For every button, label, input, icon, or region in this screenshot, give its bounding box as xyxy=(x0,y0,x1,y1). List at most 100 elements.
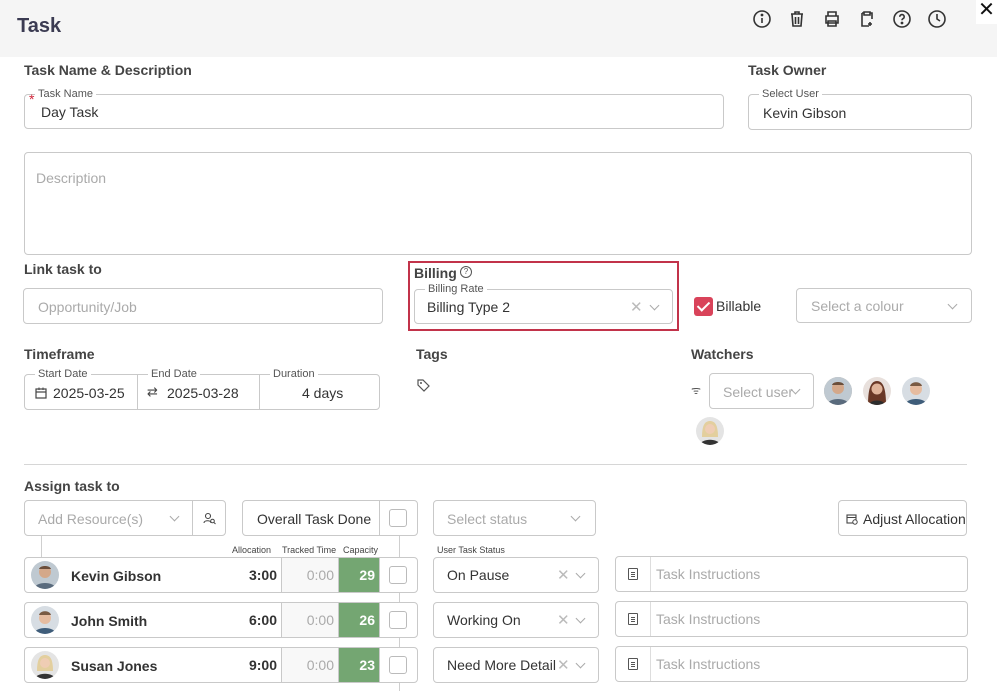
instructions-placeholder: Task Instructions xyxy=(656,611,761,627)
user-status-value: Need More Detail xyxy=(447,657,556,673)
repeat-icon: ⇄ xyxy=(147,384,158,399)
clear-icon[interactable]: ✕ xyxy=(557,611,570,629)
overall-task-done-button[interactable]: Overall Task Done xyxy=(242,500,380,536)
description-textarea[interactable]: Description xyxy=(24,152,972,255)
overall-task-done-label: Overall Task Done xyxy=(257,511,372,527)
task-instructions-input[interactable]: Task Instructions xyxy=(615,601,968,637)
allocation-column-header: Allocation xyxy=(232,545,272,555)
table-row[interactable]: John Smith xyxy=(24,602,227,638)
allocation-cell[interactable]: 9:00 xyxy=(226,647,282,683)
capacity-column-header: Capacity xyxy=(343,545,379,555)
avatar[interactable] xyxy=(902,377,930,405)
resource-name: John Smith xyxy=(71,613,148,629)
capacity-cell: 29 xyxy=(339,557,380,593)
adjust-allocation-button[interactable]: Adjust Allocation xyxy=(838,500,967,536)
document-icon xyxy=(628,658,638,670)
duration-field[interactable]: Duration 4 days xyxy=(259,368,380,410)
link-task-input[interactable]: Opportunity/Job xyxy=(23,288,383,324)
table-row[interactable]: Susan Jones xyxy=(24,647,227,683)
instructions-placeholder: Task Instructions xyxy=(656,566,761,582)
task-name-field[interactable]: * Task Name Day Task xyxy=(24,88,724,129)
clipboard-icon[interactable] xyxy=(856,8,878,30)
billing-heading: Billing xyxy=(414,265,457,281)
task-owner-heading: Task Owner xyxy=(748,62,827,78)
row-done-checkbox[interactable] xyxy=(389,611,407,629)
billable-checkbox[interactable] xyxy=(694,297,713,316)
avatar[interactable] xyxy=(863,377,891,405)
chevron-down-icon[interactable] xyxy=(947,299,958,310)
watcher-select[interactable]: Select user xyxy=(709,373,814,409)
instructions-placeholder: Task Instructions xyxy=(656,656,761,672)
link-task-placeholder: Opportunity/Job xyxy=(38,299,137,315)
row-done-toggle[interactable] xyxy=(379,557,418,593)
status-filter-select[interactable]: Select status xyxy=(433,500,596,536)
task-name-heading: Task Name & Description xyxy=(24,62,192,78)
add-resource-placeholder: Add Resource(s) xyxy=(38,511,144,527)
start-date-value: 2025-03-25 xyxy=(53,385,125,401)
tracked-cell: 0:00 xyxy=(282,557,339,593)
divider xyxy=(24,464,967,465)
billing-rate-label: Billing Rate xyxy=(425,283,487,295)
end-date-field[interactable]: End Date ⇄ 2025-03-28 xyxy=(137,368,260,410)
tag-icon[interactable] xyxy=(417,379,430,392)
tracked-cell: 0:00 xyxy=(282,647,339,683)
end-date-label: End Date xyxy=(148,368,200,380)
billable-label: Billable xyxy=(716,298,762,314)
clear-icon[interactable]: ✕ xyxy=(557,566,570,584)
user-status-select[interactable]: Working On ✕ xyxy=(433,602,599,638)
timeframe-heading: Timeframe xyxy=(24,346,95,362)
chevron-down-icon[interactable] xyxy=(649,300,660,311)
overall-done-toggle[interactable] xyxy=(379,500,418,536)
link-task-heading: Link task to xyxy=(24,261,102,277)
tracked-cell: 0:00 xyxy=(282,602,339,638)
row-done-toggle[interactable] xyxy=(379,602,418,638)
resource-name: Kevin Gibson xyxy=(71,568,162,584)
chevron-down-icon[interactable] xyxy=(575,613,586,624)
help-icon[interactable] xyxy=(891,8,913,30)
user-status-select[interactable]: Need More Detail ✕ xyxy=(433,647,599,683)
start-date-field[interactable]: Start Date 2025-03-25 xyxy=(24,368,138,410)
user-search-icon xyxy=(203,512,216,525)
page-title: Task xyxy=(17,15,62,37)
history-icon[interactable] xyxy=(926,8,948,30)
avatar[interactable] xyxy=(696,417,724,445)
task-owner-field[interactable]: Select User Kevin Gibson xyxy=(748,88,972,130)
tracked-column-header: Tracked Time xyxy=(282,545,337,555)
allocation-cell[interactable]: 3:00 xyxy=(226,557,282,593)
chevron-down-icon[interactable] xyxy=(575,568,586,579)
end-date-value: 2025-03-28 xyxy=(167,385,239,401)
colour-select[interactable]: Select a colour xyxy=(796,288,972,323)
calendar-clock-icon xyxy=(846,514,858,525)
watchers-heading: Watchers xyxy=(691,346,754,362)
avatar xyxy=(31,561,59,589)
allocation-cell[interactable]: 6:00 xyxy=(226,602,282,638)
clear-icon[interactable]: ✕ xyxy=(557,656,570,674)
chevron-down-icon[interactable] xyxy=(570,511,581,522)
close-icon[interactable]: ✕ xyxy=(976,0,997,24)
info-icon[interactable] xyxy=(751,8,773,30)
avatar xyxy=(31,606,59,634)
clear-icon[interactable]: ✕ xyxy=(630,298,643,316)
billing-help-icon[interactable]: ? xyxy=(460,266,472,278)
table-row[interactable]: Kevin Gibson xyxy=(24,557,227,593)
task-owner-label: Select User xyxy=(759,88,822,100)
row-done-checkbox[interactable] xyxy=(389,656,407,674)
print-icon[interactable] xyxy=(821,8,843,30)
avatar[interactable] xyxy=(824,377,852,405)
chevron-down-icon[interactable] xyxy=(575,658,586,669)
chevron-down-icon[interactable] xyxy=(169,511,180,522)
task-instructions-input[interactable]: Task Instructions xyxy=(615,556,968,592)
user-status-select[interactable]: On Pause ✕ xyxy=(433,557,599,593)
colour-placeholder: Select a colour xyxy=(811,298,904,314)
search-user-button[interactable] xyxy=(192,500,226,536)
task-instructions-input[interactable]: Task Instructions xyxy=(615,646,968,682)
billing-rate-select[interactable]: Billing Rate Billing Type 2 ✕ xyxy=(414,283,673,324)
trash-icon[interactable] xyxy=(786,8,808,30)
overall-done-checkbox[interactable] xyxy=(389,509,407,527)
description-placeholder: Description xyxy=(36,170,107,186)
task-name-value: Day Task xyxy=(41,104,99,120)
add-resource-select[interactable]: Add Resource(s) xyxy=(24,500,193,536)
row-done-checkbox[interactable] xyxy=(389,566,407,584)
row-done-toggle[interactable] xyxy=(379,647,418,683)
user-status-column-header: User Task Status xyxy=(437,545,505,555)
